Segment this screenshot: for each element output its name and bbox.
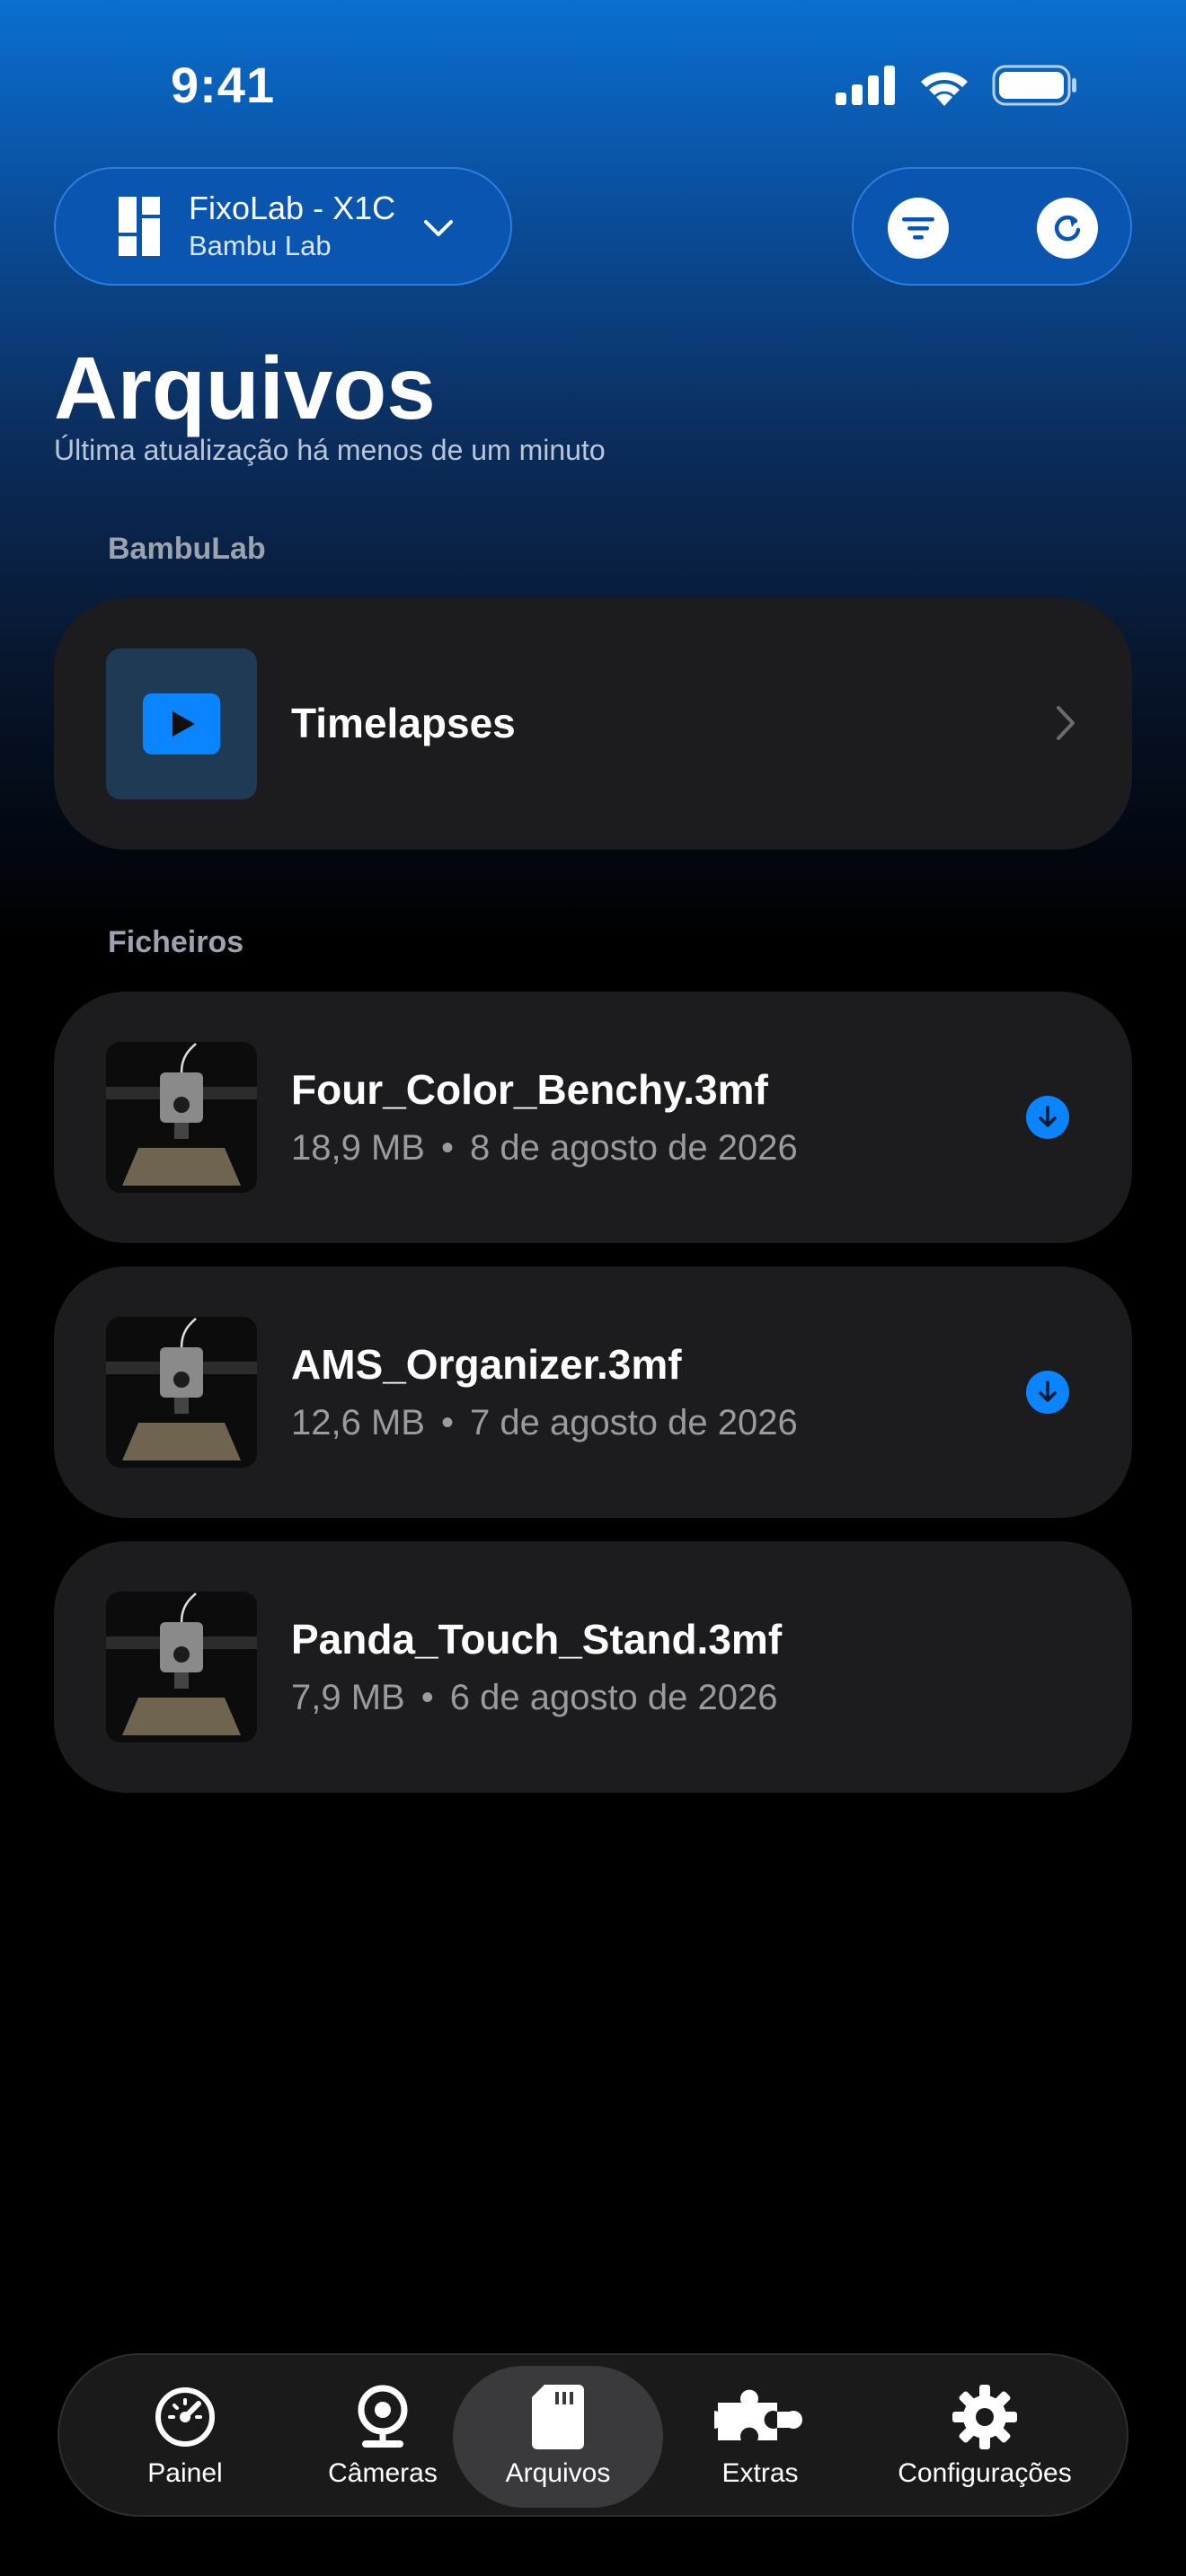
- meta-separator: •: [440, 1403, 454, 1442]
- tab-label: Extras: [721, 2458, 799, 2488]
- cellular-signal-icon: [836, 66, 895, 105]
- webcam-icon: [358, 2385, 408, 2448]
- file-name: Four_Color_Benchy.3mf: [291, 1066, 768, 1113]
- tab-label: Arquivos: [505, 2458, 611, 2488]
- puzzle-icon: [714, 2389, 802, 2440]
- meta-separator: •: [440, 1128, 454, 1168]
- file-size: 7,9 MB: [291, 1678, 405, 1717]
- tab-cameras[interactable]: Câmeras: [293, 2355, 473, 2519]
- file-row[interactable]: AMS_Organizer.3mf 12,6 MB • 7 de agosto de…: [54, 1266, 1132, 1518]
- filter-icon: [902, 217, 934, 240]
- printer-thumbnail-icon: [106, 1042, 257, 1193]
- file-thumbnail: [106, 1317, 257, 1468]
- chevron-right-icon: [1057, 706, 1075, 740]
- file-thumbnail: [106, 1592, 257, 1742]
- file-meta: 7,9 MB • 6 de agosto de 2026: [291, 1678, 778, 1718]
- gauge-icon: [155, 2387, 215, 2447]
- section-label-files: Ficheiros: [108, 925, 244, 959]
- download-button[interactable]: [1026, 1371, 1069, 1414]
- printer-selector[interactable]: FixoLab - X1C Bambu Lab: [54, 167, 512, 286]
- bambu-logo-icon: [119, 197, 160, 256]
- tab-bar: Painel Câmeras Arquivos Extras Configura…: [58, 2353, 1128, 2517]
- timelapses-row[interactable]: Timelapses: [54, 598, 1132, 850]
- file-date: 7 de agosto de 2026: [469, 1403, 798, 1442]
- arrow-down-icon: [1039, 1106, 1057, 1127]
- file-thumbnail: [106, 1042, 257, 1193]
- chevron-down-icon: [424, 220, 453, 236]
- tab-label: Configurações: [898, 2458, 1072, 2488]
- refresh-icon: [1054, 215, 1081, 242]
- timelapses-title: Timelapses: [291, 700, 516, 746]
- sd-card-icon: [532, 2385, 584, 2449]
- file-row[interactable]: Four_Color_Benchy.3mf 18,9 MB • 8 de agost…: [54, 992, 1132, 1243]
- play-icon: [143, 693, 220, 754]
- status-time: 9:41: [171, 57, 276, 113]
- file-name: Panda_Touch_Stand.3mf: [291, 1616, 783, 1663]
- tab-arquivos[interactable]: Arquivos: [453, 2366, 663, 2508]
- status-bar: 9:41: [0, 0, 1186, 171]
- gear-icon: [952, 2385, 1017, 2449]
- section-label-bambulab: BambuLab: [108, 532, 266, 566]
- filter-button[interactable]: [888, 198, 949, 259]
- tab-configuracoes[interactable]: Configurações: [868, 2355, 1102, 2519]
- battery-icon: [992, 65, 1076, 106]
- printer-thumbnail-icon: [106, 1592, 257, 1742]
- header-actions: [852, 167, 1132, 286]
- tab-painel[interactable]: Painel: [104, 2355, 266, 2519]
- file-row[interactable]: Panda_Touch_Stand.3mf 7,9 MB • 6 de agosto…: [54, 1541, 1132, 1793]
- tab-extras[interactable]: Extras: [688, 2355, 832, 2519]
- file-size: 12,6 MB: [291, 1403, 425, 1442]
- file-date: 6 de agosto de 2026: [449, 1678, 778, 1717]
- file-meta: 18,9 MB • 8 de agosto de 2026: [291, 1128, 798, 1169]
- timelapse-thumb: [106, 648, 257, 799]
- arrow-down-icon: [1039, 1381, 1057, 1402]
- file-meta: 12,6 MB • 7 de agosto de 2026: [291, 1403, 798, 1443]
- status-icons: [836, 65, 1078, 106]
- download-button[interactable]: [1026, 1096, 1069, 1139]
- file-size: 18,9 MB: [291, 1128, 425, 1168]
- last-updated-text: Última atualização há menos de um minuto: [54, 434, 606, 466]
- meta-separator: •: [420, 1678, 434, 1717]
- wifi-icon: [921, 72, 968, 106]
- printer-name: FixoLab - X1C: [189, 190, 396, 226]
- refresh-button[interactable]: [1037, 198, 1098, 259]
- page-title: Arquivos: [54, 339, 436, 437]
- tab-label: Câmeras: [328, 2458, 438, 2488]
- file-date: 8 de agosto de 2026: [469, 1128, 798, 1168]
- tab-label: Painel: [147, 2458, 223, 2488]
- printer-brand: Bambu Lab: [189, 230, 332, 261]
- file-name: AMS_Organizer.3mf: [291, 1341, 682, 1388]
- printer-thumbnail-icon: [106, 1317, 257, 1468]
